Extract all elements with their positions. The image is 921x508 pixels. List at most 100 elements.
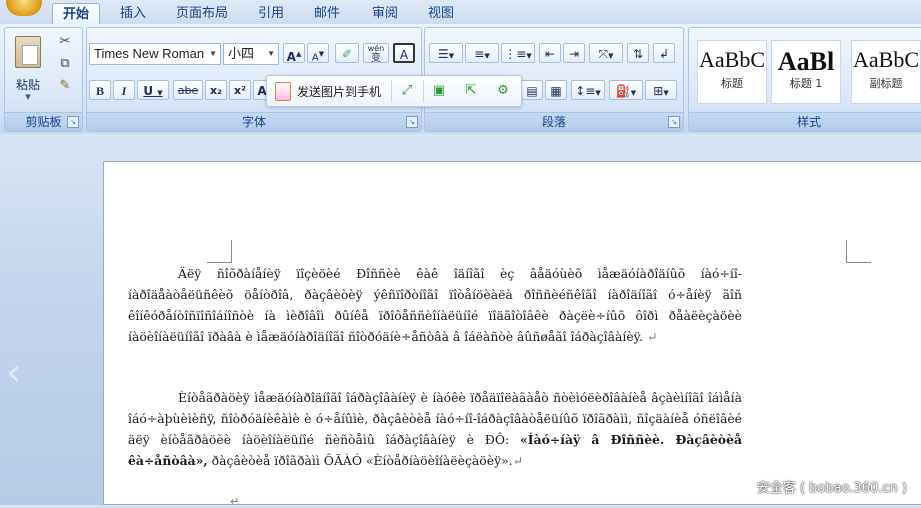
phonetic-bian-label: 变 [371,53,381,64]
divider [391,80,392,102]
fullscreen-icon[interactable]: ⤢ [397,81,417,101]
increase-indent-button[interactable]: ⇥ [563,43,585,63]
phonetic-wen-label: wén [367,44,385,53]
bullets-button[interactable]: ☰▼ [429,43,463,63]
bullets-icon: ☰ [437,47,449,61]
shrink-font-label: A [311,52,319,64]
borders-button[interactable]: ⊞▼ [645,80,677,100]
body-paragraph-2[interactable]: Èíòåãðàöèÿ ìåæäóíàðîäíîãî îáðàçîâàíèÿ è … [128,387,742,471]
chevron-down-icon: ▼ [209,49,217,58]
shrink-font-button[interactable]: A▼ [307,43,329,63]
tab-references[interactable]: 引用 [248,3,294,24]
tab-mailings[interactable]: 邮件 [304,3,350,24]
italic-button[interactable]: I [113,80,135,100]
font-size-value: 小四 [228,46,255,61]
justify-button[interactable]: ▦ [545,80,567,100]
paragraph-group-label: 段落 [425,112,683,131]
chevron-down-icon: ▼ [25,93,31,101]
paste-button[interactable]: 粘贴 ▼ [11,34,45,102]
style-card-subtitle[interactable]: AaBbC 副标题 [851,40,921,104]
cut-icon[interactable]: ✂ [57,32,73,52]
distributed-icon: ▤ [526,84,538,98]
tab-page-layout[interactable]: 页面布局 [166,3,238,24]
underline-label: U [143,84,154,98]
style-card-title[interactable]: AaBbC 标题 [697,40,767,104]
decrease-indent-icon: ⇤ [544,47,556,61]
body-paragraph-1[interactable]: Äëÿ ñîõðàíåíèÿ ïîçèöèé Ðîññèè êàê îäíîãî… [128,263,742,347]
format-painter-icon[interactable]: ✎ [57,76,73,96]
eraser-icon: ✐ [341,47,353,61]
save-icon[interactable]: ▣ [429,81,449,101]
paste-label: 粘贴 [15,78,40,92]
copy-icon[interactable]: ⧉ [57,54,73,74]
multilevel-list-icon: ⋮≡ [504,47,527,61]
style-sample: AaBbC [853,47,919,72]
watermark: 安全客 ( bobao.360.cn ) [756,481,907,496]
chevron-left-icon: ‹ [6,350,22,394]
style-card-heading1[interactable]: AaBl 标题 1 [771,40,841,104]
line-spacing-button[interactable]: ↕≡▼ [571,80,605,100]
tab-view[interactable]: 视图 [418,3,464,24]
paragraph-mark-icon: ↵ [646,329,658,344]
distributed-button[interactable]: ▤ [521,80,543,100]
paint-bucket-icon: ⛽ [615,84,631,98]
clipboard-group: 粘贴 ▼ ✂ ⧉ ✎ 剪贴板 ↘ [4,27,83,132]
share-icon[interactable]: ⇱ [461,81,481,101]
margin-corner-top-right [846,240,871,263]
sort-icon: ⇅ [632,47,644,61]
multilevel-list-button[interactable]: ⋮≡▼ [501,43,535,63]
shading-button[interactable]: ⛽▼ [609,80,643,100]
subscript-button[interactable]: x₂ [205,80,227,100]
bold-button[interactable]: B [89,80,111,100]
chinese-layout-icon: ⤧ [598,47,609,61]
phonetic-guide-button[interactable]: wén 变 [363,43,389,64]
clipboard-icon [15,36,41,68]
office-button[interactable] [6,0,42,16]
numbering-icon: ≡ [474,47,485,61]
send-to-phone-button[interactable]: 发送图片到手机 [297,83,381,100]
settings-gear-icon[interactable]: ⚙ [493,81,513,101]
justify-icon: ▦ [550,84,562,98]
tab-insert[interactable]: 插入 [110,3,156,24]
clear-format-button[interactable]: ✐ [335,43,359,63]
paragraph-launcher[interactable]: ↘ [668,116,680,128]
superscript-button[interactable]: x² [229,80,251,100]
pilcrow-icon: ↲ [658,47,670,61]
grow-font-button[interactable]: A▲ [283,43,305,64]
style-sample: AaBbC [699,47,765,72]
style-sample: AaBl [777,47,835,75]
paragraph-2-tail-text: ðàçâèòèå ïðîãðàìì ÔÃÀÓ «Èíòåðíàöèîíàëèçà… [211,453,513,468]
style-name: 副标题 [869,77,903,90]
font-name-combo[interactable]: Times New Roman ▼ [89,43,221,65]
increase-indent-icon: ⇥ [568,47,580,61]
sort-button[interactable]: ⇅ [627,43,649,63]
font-group-label: 字体 [87,112,421,131]
tab-home[interactable]: 开始 [52,3,101,25]
style-name: 标题 [721,77,743,90]
clipboard-launcher[interactable]: ↘ [67,116,79,128]
styles-group-label: 样式 [689,112,921,131]
strikethrough-button[interactable]: abe [173,80,203,100]
empty-paragraph-mark-icon: ↵ [230,495,240,508]
decrease-indent-button[interactable]: ⇤ [539,43,561,63]
show-marks-button[interactable]: ↲ [653,43,675,63]
underline-button[interactable]: U ▼ [137,80,169,100]
character-border-button[interactable]: A [393,43,415,63]
chevron-down-icon: ▼ [267,49,275,58]
grow-font-label: A [286,50,296,64]
divider [423,80,424,102]
phone-send-icon [275,82,291,101]
font-size-combo[interactable]: 小四 ▼ [223,43,279,65]
ribbon-tab-strip: 开始 插入 页面布局 引用 邮件 审阅 视图 [0,0,921,25]
style-name: 标题 1 [789,77,823,90]
font-name-value: Times New Roman [94,46,205,61]
paragraph-mark-icon: ↵ [512,453,523,468]
chinese-layout-button[interactable]: ⤧▼ [589,43,623,63]
tab-review[interactable]: 审阅 [362,3,408,24]
font-launcher[interactable]: ↘ [406,116,418,128]
margin-corner-top-left [207,240,232,263]
numbering-button[interactable]: ≡▼ [465,43,499,63]
borders-icon: ⊞ [653,84,664,98]
line-spacing-icon: ↕≡ [575,84,596,98]
plugin-floating-toolbar: 发送图片到手机 ⤢ ▣ ⇱ ⚙ [266,75,522,107]
